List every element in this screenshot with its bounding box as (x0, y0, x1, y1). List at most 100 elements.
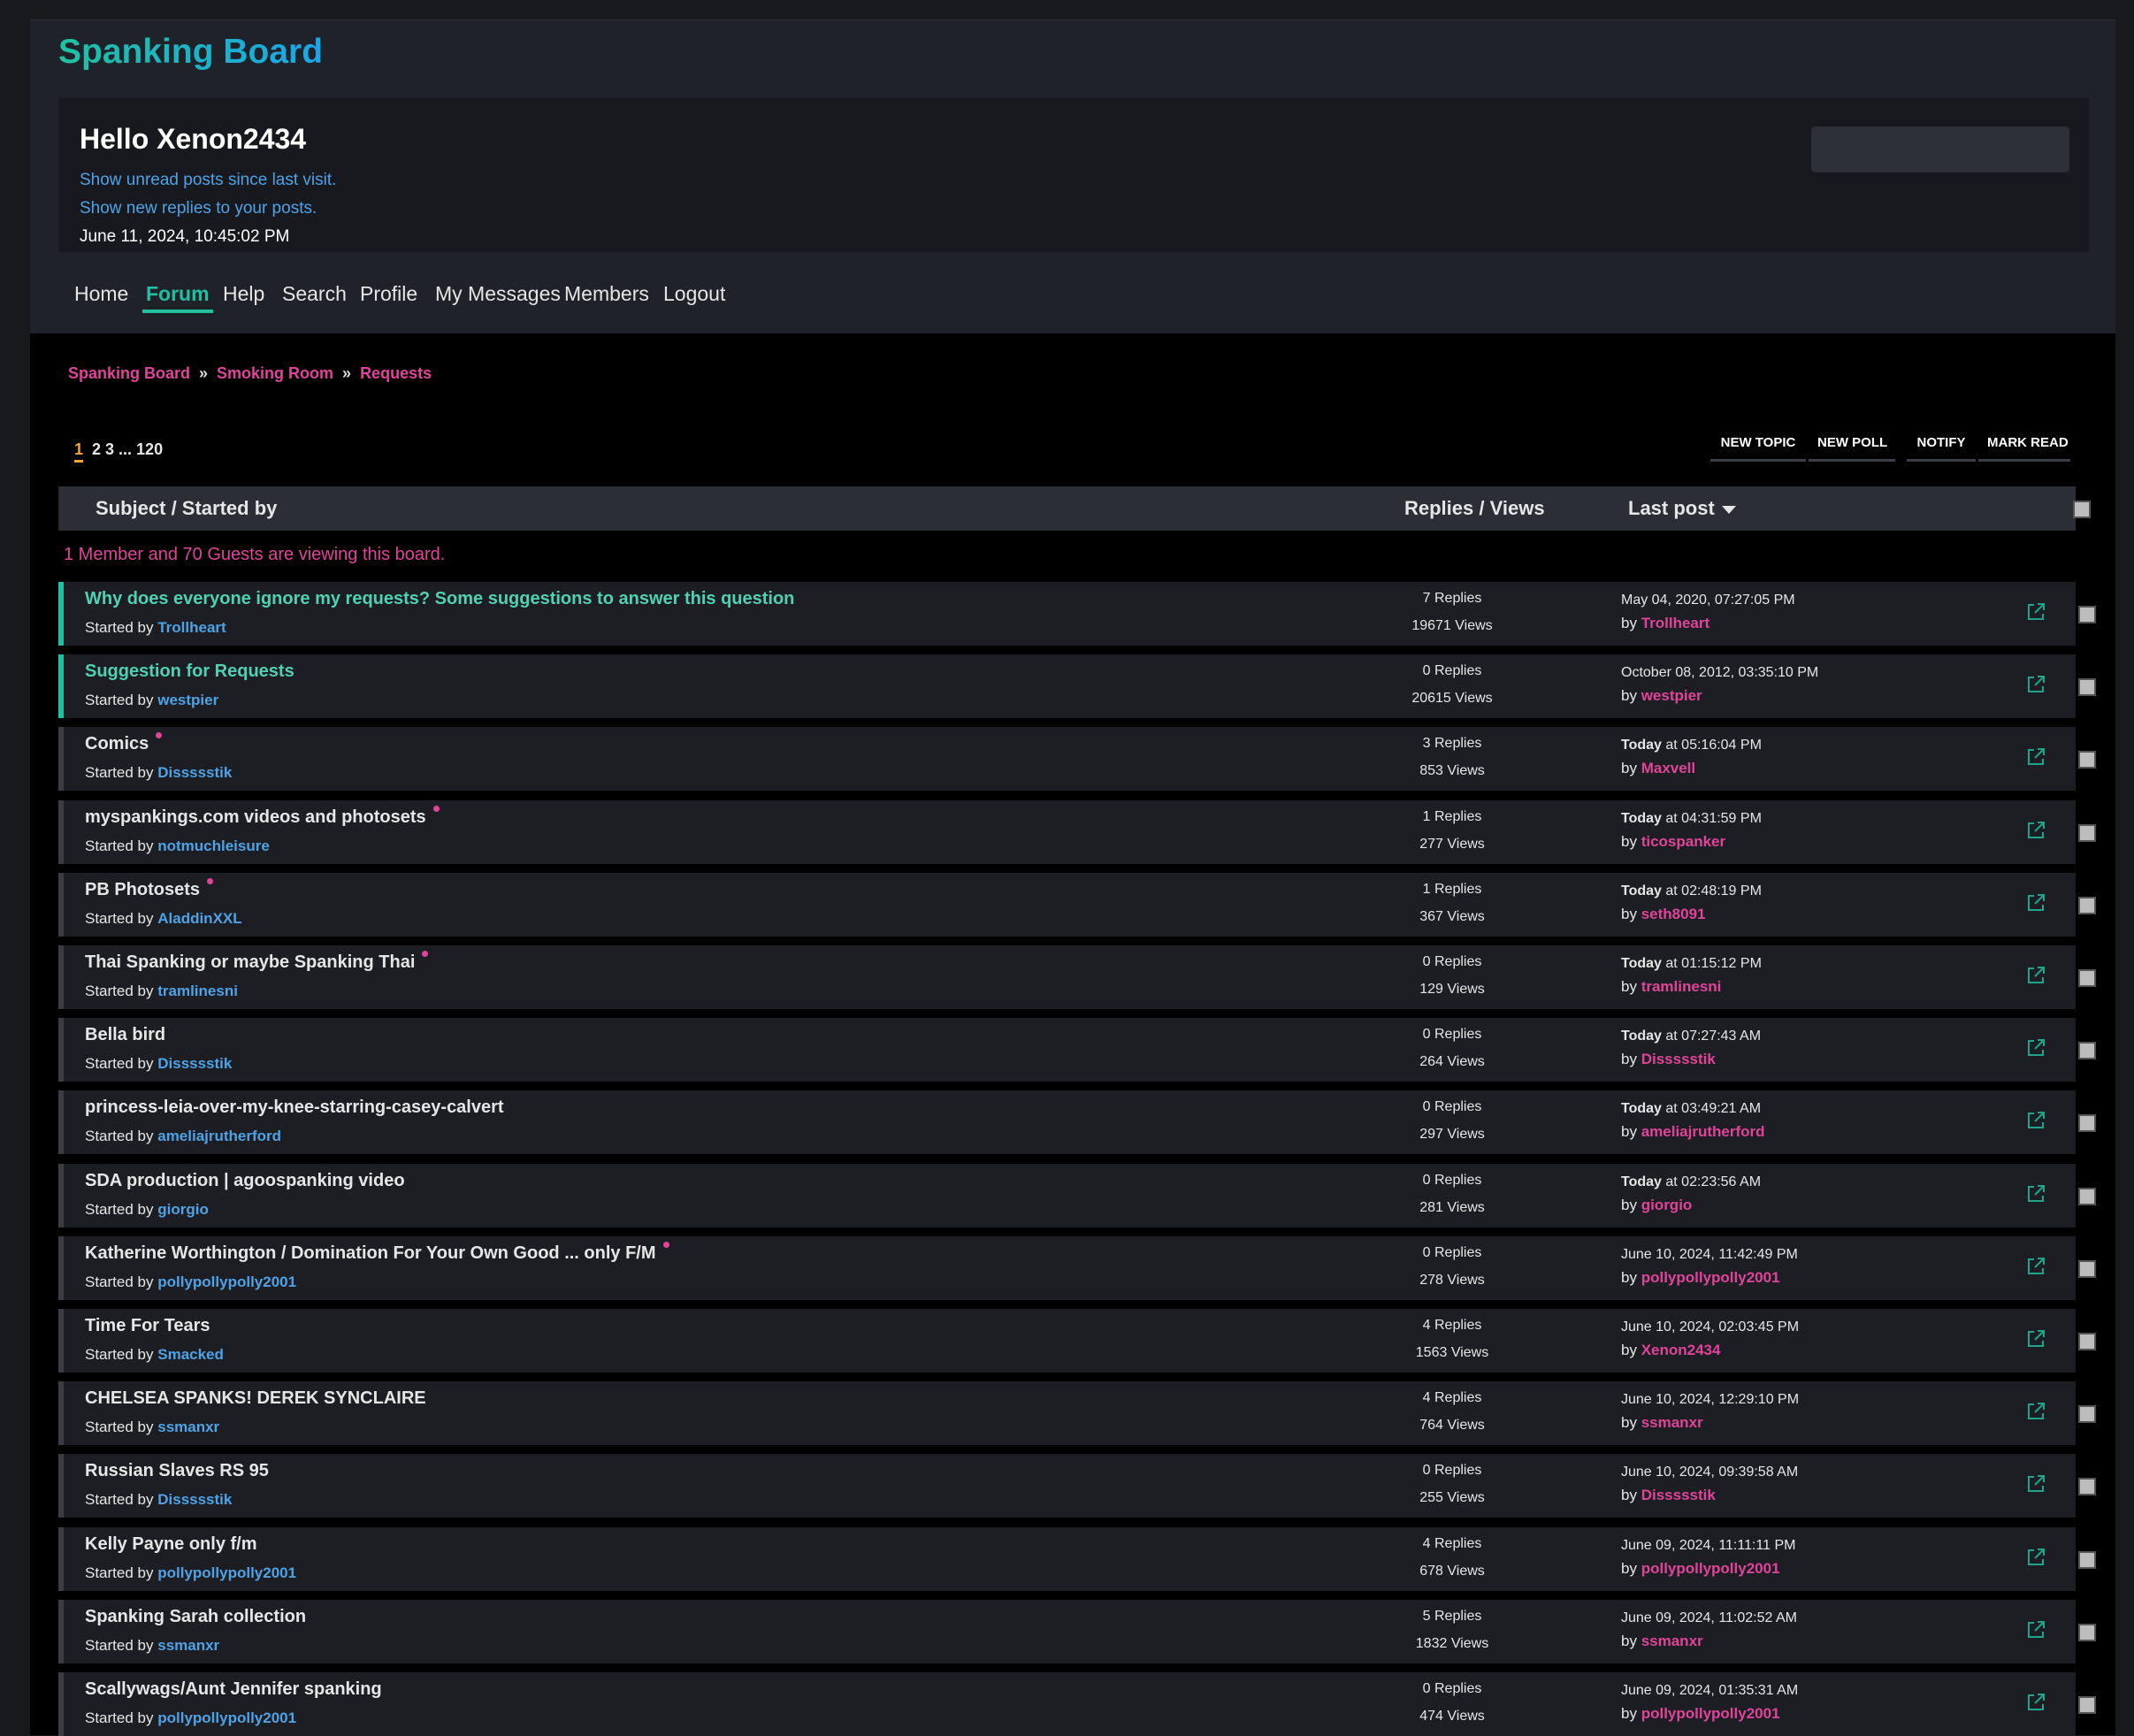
external-link-icon[interactable] (2025, 1619, 2046, 1640)
nav-my-messages[interactable]: My Messages (435, 282, 561, 311)
last-post-time[interactable]: Today at 07:27:43 AM (1621, 1029, 1761, 1044)
topic-checkbox[interactable] (2078, 1187, 2096, 1205)
topic-checkbox[interactable] (2078, 1623, 2096, 1641)
last-poster[interactable]: giorgio (1641, 1197, 1693, 1213)
topic-title[interactable]: Bella bird (85, 1025, 165, 1045)
last-post-time[interactable]: Today at 03:49:21 AM (1621, 1101, 1761, 1117)
topic-title[interactable]: Spanking Sarah collection (85, 1607, 306, 1627)
topic-title-text[interactable]: PB Photosets (85, 880, 200, 899)
topic-starter[interactable]: Dissssstik (157, 1055, 232, 1072)
nav-logout[interactable]: Logout (663, 282, 725, 311)
topic-checkbox[interactable] (2078, 678, 2096, 697)
topic-checkbox[interactable] (2078, 1114, 2096, 1133)
topic-row[interactable]: Why does everyone ignore my requests? So… (58, 582, 2096, 646)
external-link-icon[interactable] (2025, 1037, 2046, 1059)
topic-checkbox[interactable] (2078, 1478, 2096, 1496)
notify-button[interactable]: Notify (1907, 435, 1976, 462)
last-post-column-header[interactable]: Last post (1628, 497, 1736, 520)
topic-row[interactable]: Time For Tears Started by Smacked 4 Replie… (58, 1309, 2096, 1373)
topic-row[interactable]: Kelly Payne only f/m Started by pollypoll… (58, 1526, 2096, 1591)
topic-starter[interactable]: ssmanxr (157, 1637, 219, 1654)
topic-title[interactable]: Katherine Worthington / Domination For Y… (85, 1241, 669, 1264)
external-link-icon[interactable] (2025, 746, 2046, 768)
last-poster[interactable]: Dissssstik (1641, 1051, 1716, 1067)
topic-title[interactable]: Suggestion for Requests (85, 662, 294, 682)
nav-members[interactable]: Members (564, 282, 649, 311)
last-post-time[interactable]: Today at 05:16:04 PM (1621, 738, 1762, 753)
topic-row[interactable]: Thai Spanking or maybe Spanking Thai Star… (58, 945, 2096, 1009)
topic-title-text[interactable]: Russian Slaves RS 95 (85, 1461, 269, 1480)
topic-title[interactable]: Kelly Payne only f/m (85, 1534, 257, 1555)
topic-starter[interactable]: Trollheart (157, 619, 226, 636)
topic-title-text[interactable]: Why does everyone ignore my requests? So… (85, 589, 794, 608)
last-poster[interactable]: Maxvell (1641, 760, 1695, 776)
select-all-checkbox[interactable] (2073, 501, 2091, 518)
last-poster[interactable]: pollypollypolly2001 (1641, 1560, 1780, 1577)
last-poster[interactable]: ameliajrutherford (1641, 1123, 1765, 1140)
last-poster[interactable]: ssmanxr (1641, 1414, 1703, 1431)
topic-row[interactable]: myspankings.com videos and photosets Star… (58, 799, 2096, 864)
topic-title-text[interactable]: Suggestion for Requests (85, 662, 294, 681)
topic-title-text[interactable]: Comics (85, 734, 149, 753)
external-link-icon[interactable] (2025, 1547, 2046, 1568)
topic-title[interactable]: Russian Slaves RS 95 (85, 1461, 269, 1481)
topic-row[interactable]: Comics Started by Dissssstik 3 Replies 853 … (58, 727, 2096, 792)
topic-title[interactable]: PB Photosets (85, 877, 214, 900)
last-poster[interactable]: Dissssstik (1641, 1487, 1716, 1503)
last-poster[interactable]: seth8091 (1641, 906, 1706, 922)
nav-profile[interactable]: Profile (360, 282, 417, 311)
topic-checkbox[interactable] (2078, 823, 2096, 842)
external-link-icon[interactable] (2025, 1110, 2046, 1131)
topic-title[interactable]: Why does everyone ignore my requests? So… (85, 589, 794, 609)
topic-title-text[interactable]: Bella bird (85, 1025, 165, 1044)
topic-checkbox[interactable] (2078, 1550, 2096, 1569)
topic-row[interactable]: Scallywags/Aunt Jennifer spanking Started… (58, 1672, 2096, 1736)
topic-starter[interactable]: pollypollypolly2001 (157, 1273, 296, 1290)
topic-starter[interactable]: ameliajrutherford (157, 1128, 281, 1144)
topic-title-text[interactable]: Katherine Worthington / Domination For Y… (85, 1243, 656, 1263)
topic-title[interactable]: Time For Tears (85, 1316, 210, 1336)
mark-read-button[interactable]: Mark Read (1978, 435, 2070, 462)
last-poster[interactable]: pollypollypolly2001 (1641, 1269, 1780, 1286)
topic-title[interactable]: SDA production | agoospanking video (85, 1171, 405, 1191)
nav-home[interactable]: Home (74, 282, 128, 311)
last-post-time[interactable]: June 10, 2024, 09:39:58 AM (1621, 1465, 1798, 1480)
topic-title-text[interactable]: Scallywags/Aunt Jennifer spanking (85, 1679, 382, 1699)
topic-checkbox[interactable] (2078, 1696, 2096, 1714)
external-link-icon[interactable] (2025, 1183, 2046, 1204)
nav-help[interactable]: Help (223, 282, 264, 311)
last-post-time[interactable]: June 10, 2024, 11:42:49 PM (1621, 1247, 1798, 1263)
topic-checkbox[interactable] (2078, 896, 2096, 914)
topic-title-text[interactable]: Kelly Payne only f/m (85, 1534, 257, 1554)
new-poll-button[interactable]: New Poll (1809, 435, 1895, 462)
external-link-icon[interactable] (2025, 965, 2046, 986)
topic-starter[interactable]: pollypollypolly2001 (157, 1564, 296, 1581)
last-post-time[interactable]: June 09, 2024, 11:02:52 AM (1621, 1610, 1797, 1626)
external-link-icon[interactable] (2025, 1692, 2046, 1713)
last-post-time[interactable]: June 09, 2024, 11:11:11 PM (1621, 1538, 1795, 1554)
breadcrumb-board[interactable]: Spanking Board (68, 364, 190, 382)
last-post-time[interactable]: October 08, 2012, 03:35:10 PM (1621, 665, 1818, 681)
topic-title-text[interactable]: Time For Tears (85, 1316, 210, 1335)
last-poster[interactable]: ticospanker (1641, 833, 1725, 850)
topic-title-text[interactable]: CHELSEA SPANKS! DEREK SYNCLAIRE (85, 1388, 426, 1408)
subject-column-header[interactable]: Subject / Started by (96, 497, 277, 520)
external-link-icon[interactable] (2025, 674, 2046, 695)
topic-row[interactable]: Suggestion for Requests Started by westpi… (58, 654, 2096, 719)
external-link-icon[interactable] (2025, 1401, 2046, 1422)
topic-title-text[interactable]: princess-leia-over-my-knee-starring-case… (85, 1097, 504, 1117)
topic-checkbox[interactable] (2078, 1042, 2096, 1060)
last-post-time[interactable]: June 10, 2024, 12:29:10 PM (1621, 1392, 1799, 1408)
last-poster[interactable]: Trollheart (1641, 615, 1709, 631)
topic-title[interactable]: princess-leia-over-my-knee-starring-case… (85, 1097, 504, 1118)
topic-title-text[interactable]: SDA production | agoospanking video (85, 1171, 405, 1190)
topic-starter[interactable]: AladdinXXL (157, 910, 241, 927)
last-poster[interactable]: tramlinesni (1641, 978, 1722, 995)
last-poster[interactable]: pollypollypolly2001 (1641, 1705, 1780, 1722)
topic-checkbox[interactable] (2078, 606, 2096, 623)
replies-column-header[interactable]: Replies / Views (1404, 497, 1545, 520)
topic-row[interactable]: Katherine Worthington / Domination For Y… (58, 1235, 2096, 1300)
external-link-icon[interactable] (2025, 1473, 2046, 1495)
nav-search[interactable]: Search (282, 282, 347, 311)
topic-starter[interactable]: giorgio (157, 1201, 209, 1218)
